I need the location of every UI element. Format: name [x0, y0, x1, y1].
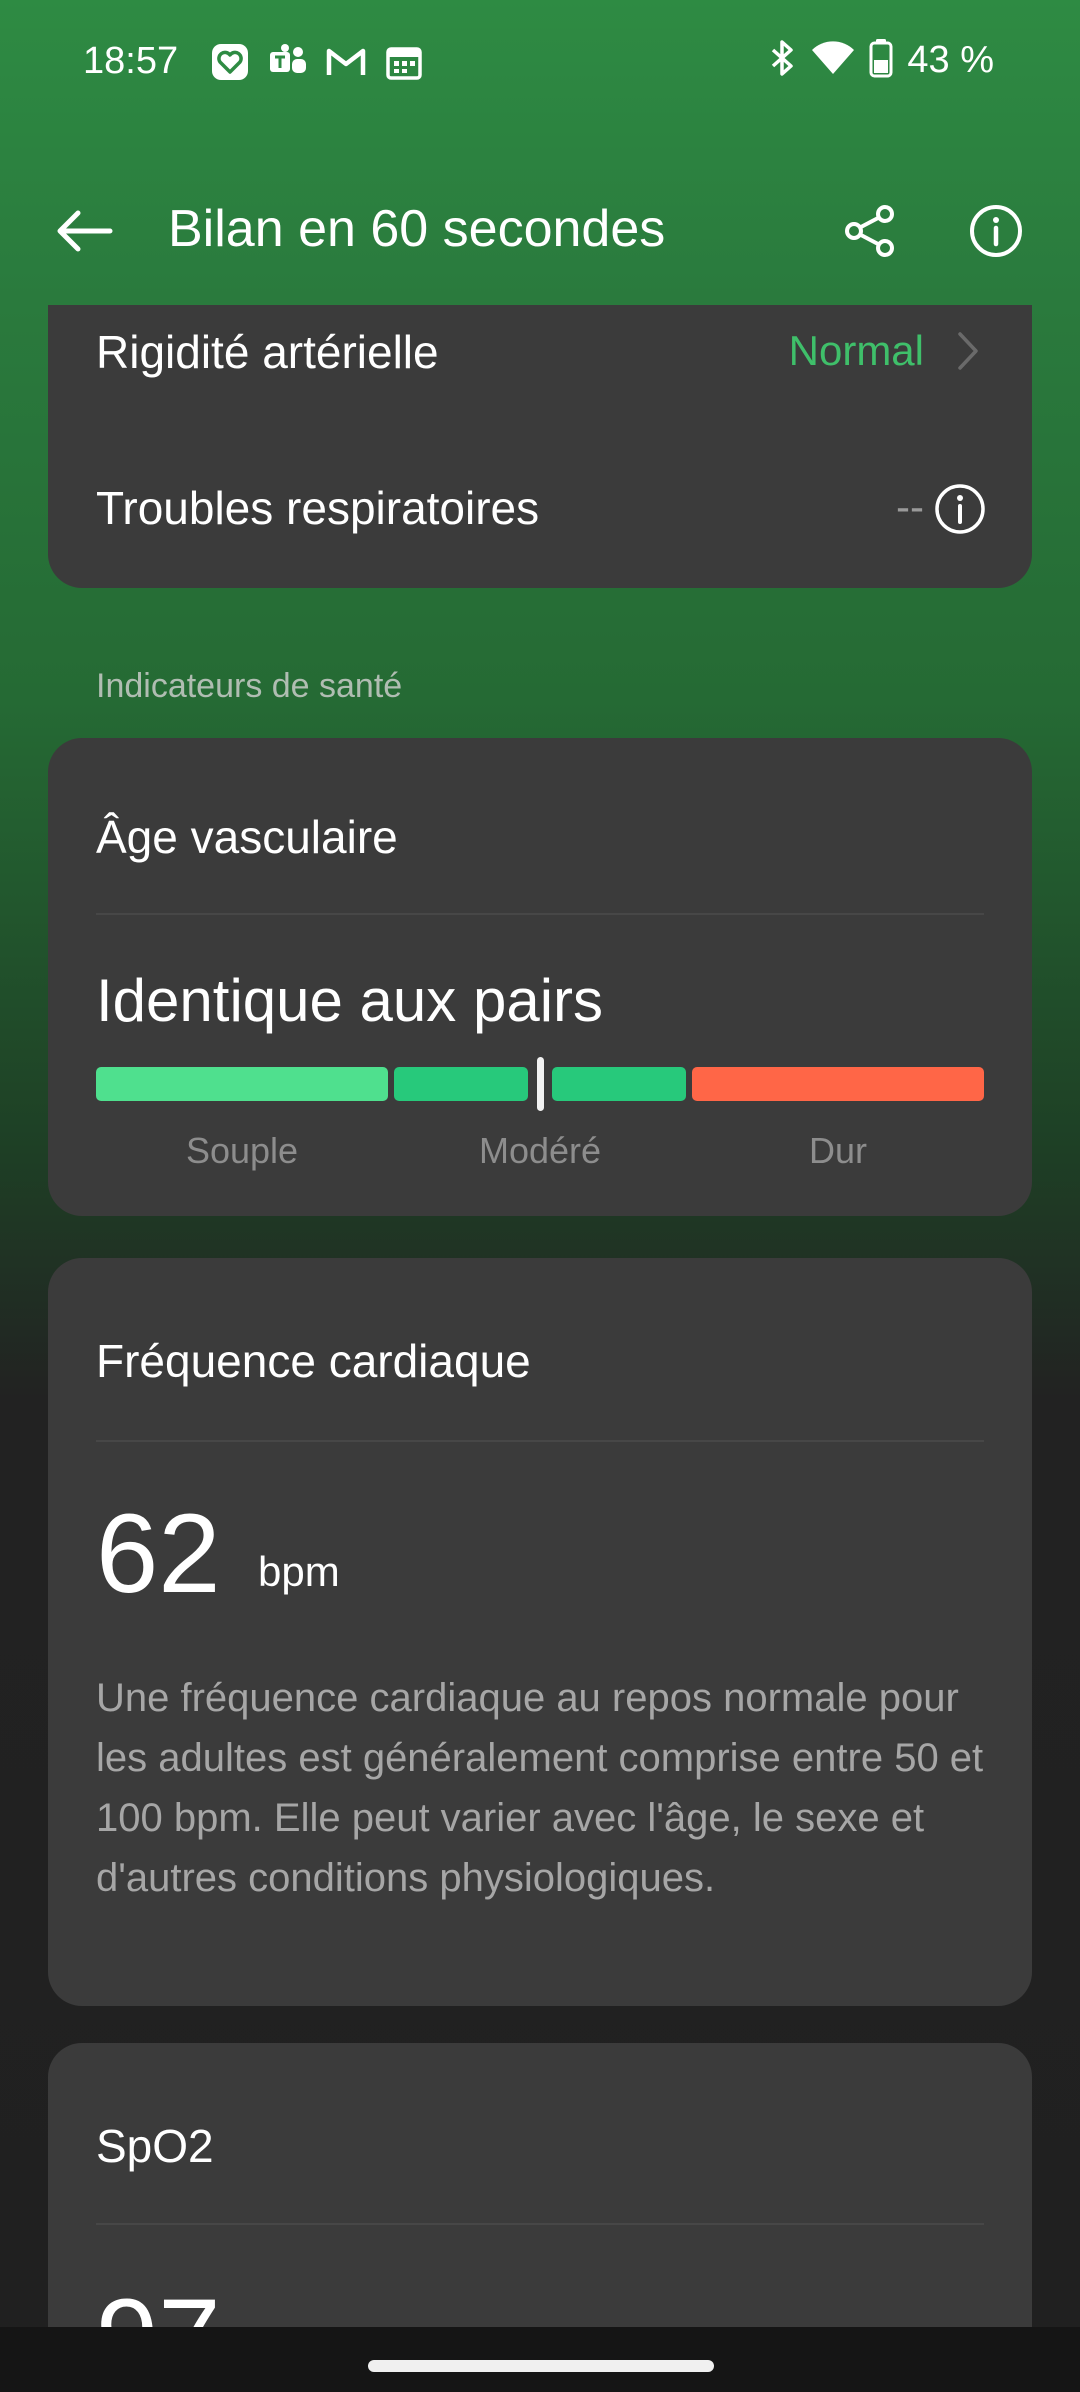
page-title: Bilan en 60 secondes	[168, 200, 666, 258]
scale-segment-supple	[96, 1067, 388, 1101]
breathing-disorders-status: --	[896, 483, 924, 530]
battery-percentage: 43 %	[907, 39, 994, 81]
teams-icon	[268, 42, 308, 82]
scale-segment-moderate-left	[394, 1067, 528, 1101]
spo2-value: 97	[96, 2283, 221, 2328]
back-button[interactable]	[48, 195, 120, 267]
arterial-stiffness-status: Normal	[788, 327, 924, 374]
heart-rate-unit: bpm	[258, 1548, 340, 1595]
breathing-disorders-label: Troubles respiratoires	[96, 482, 540, 534]
navigation-bar	[0, 2327, 1080, 2392]
health-app-icon	[210, 42, 250, 82]
share-icon	[845, 205, 894, 257]
screening-results-card: Rigidité artérielle Normal Troubles resp…	[48, 305, 1032, 588]
vascular-age-card[interactable]: Âge vasculaire Identique aux pairs Soupl…	[48, 738, 1032, 1216]
scale-marker	[533, 1054, 547, 1114]
status-time: 18:57	[83, 40, 179, 82]
bluetooth-icon	[767, 38, 797, 83]
gmail-icon	[326, 42, 366, 82]
heart-rate-card[interactable]: Fréquence cardiaque 62 bpm Une fréquence…	[48, 1258, 1032, 2006]
system-status: 43 %	[767, 38, 994, 83]
status-bar: 18:57 43 %	[0, 0, 1080, 130]
divider	[96, 2223, 984, 2225]
divider	[96, 913, 984, 915]
vascular-age-title: Âge vasculaire	[96, 811, 398, 863]
info-icon	[970, 205, 1022, 257]
arrow-left-icon	[57, 210, 113, 252]
heart-rate-title: Fréquence cardiaque	[96, 1335, 531, 1387]
heart-rate-value: 62	[96, 1491, 221, 1616]
scroll-content[interactable]: Rigidité artérielle Normal Troubles resp…	[0, 305, 1080, 2327]
notification-icons	[210, 42, 424, 82]
battery-icon	[869, 38, 893, 83]
vascular-age-result: Identique aux pairs	[96, 967, 604, 1034]
share-button[interactable]	[832, 193, 908, 269]
app-bar: Bilan en 60 secondes	[0, 175, 1080, 285]
wifi-icon	[811, 40, 855, 81]
calendar-icon	[384, 42, 424, 82]
spo2-title: SpO2	[96, 2120, 214, 2172]
divider	[96, 1440, 984, 1442]
chevron-right-icon	[948, 331, 988, 371]
info-button[interactable]	[958, 193, 1034, 269]
section-header-health-indicators: Indicateurs de santé	[96, 667, 403, 705]
scale-segment-moderate-right	[552, 1067, 686, 1101]
heart-rate-description: Une fréquence cardiaque au repos normale…	[96, 1676, 984, 1900]
arterial-stiffness-label: Rigidité artérielle	[96, 326, 439, 378]
spo2-card[interactable]: SpO2 97	[48, 2043, 1032, 2327]
info-circle-icon[interactable]	[932, 481, 988, 537]
scale-segment-hard	[692, 1067, 984, 1101]
scale-label-hard: Dur	[808, 1130, 867, 1171]
home-gesture-handle[interactable]	[368, 2360, 714, 2372]
scale-label-moderate: Modéré	[478, 1130, 602, 1171]
scale-label-supple: Souple	[185, 1130, 299, 1171]
